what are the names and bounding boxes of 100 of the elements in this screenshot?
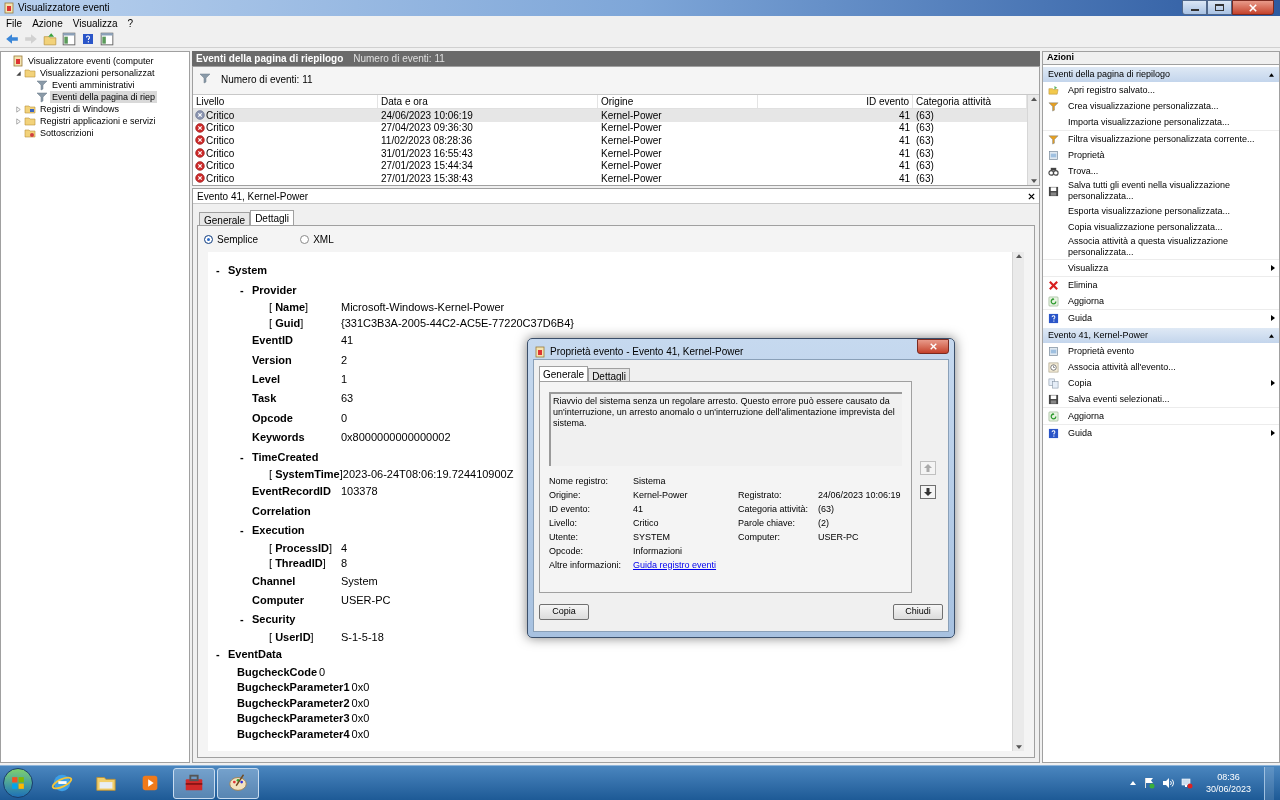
table-cell-text: (63)	[915, 146, 935, 161]
tab[interactable]: Generale	[199, 212, 251, 225]
element-value: System	[341, 573, 378, 589]
action-item[interactable]: Guida	[1043, 425, 1279, 441]
tree-item[interactable]: Visualizzatore eventi (computer	[26, 55, 156, 67]
tab[interactable]: Dettagli	[250, 210, 295, 225]
menu-item[interactable]: Visualizza	[72, 15, 118, 31]
scroll-up-icon[interactable]	[1030, 97, 1037, 101]
minimize-button[interactable]	[1182, 0, 1207, 15]
radio-button[interactable]	[300, 234, 310, 244]
radio-button[interactable]	[204, 234, 213, 244]
dialog-close-button[interactable]	[917, 339, 949, 354]
tab[interactable]: Generale	[539, 366, 589, 381]
error-icon	[195, 110, 205, 121]
action-item[interactable]: Proprietà evento	[1043, 343, 1279, 359]
radio-label[interactable]: XML	[313, 231, 334, 247]
action-item[interactable]: Copia	[1043, 375, 1279, 391]
error-icon	[195, 122, 205, 133]
scrollbar[interactable]	[1027, 95, 1039, 185]
column-header[interactable]: ID evento	[758, 95, 913, 108]
section-header[interactable]: Evento 41, Kernel-Power	[1043, 328, 1279, 343]
menu-item[interactable]: File	[6, 15, 23, 31]
attribute-value: 2023-06-24T08:06:19.724410900Z	[342, 467, 514, 482]
action-item[interactable]: Elimina	[1043, 277, 1279, 293]
dialog-button[interactable]: Chiudi	[893, 604, 943, 620]
collapse-icon[interactable]	[1269, 72, 1274, 77]
section-header[interactable]: Eventi della pagina di riepilogo	[1043, 67, 1279, 82]
action-item[interactable]: Associa attività all'evento...	[1043, 359, 1279, 375]
collapse-marker[interactable]: -	[216, 646, 220, 663]
action-item[interactable]: Aggiorna	[1043, 293, 1279, 309]
event-row[interactable]: Critico 27/01/2023 15:44:34 Kernel-Power 41 (63)	[193, 159, 1027, 172]
action-item[interactable]: Salva tutti gli eventi nella visualizzazione personalizzata...	[1043, 179, 1279, 203]
collapse-icon[interactable]	[1269, 333, 1274, 338]
event-row[interactable]: Critico 24/06/2023 10:06:19 Kernel-Power 41 (63)	[193, 109, 1027, 122]
pane-icon	[62, 31, 76, 46]
scroll-down-icon[interactable]	[1030, 179, 1037, 183]
maximize-button[interactable]	[1207, 0, 1232, 15]
tree-item[interactable]: Eventi della pagina di riep	[50, 91, 158, 103]
action-item[interactable]: Salva eventi selezionati...	[1043, 391, 1279, 407]
collapse-marker[interactable]: -	[240, 522, 244, 539]
action-item[interactable]: Apri registro salvato...	[1043, 82, 1279, 98]
collapse-marker[interactable]: -	[240, 611, 244, 628]
action-item[interactable]: Visualizza	[1043, 260, 1279, 276]
field-value: 41	[633, 502, 644, 516]
data-name: BugcheckParameter4	[237, 726, 350, 742]
collapse-marker[interactable]: -	[240, 281, 244, 299]
data-value: 0x0	[350, 695, 370, 711]
flag-icon[interactable]	[1142, 777, 1155, 789]
tree-item[interactable]: Visualizzazioni personalizzat	[38, 67, 157, 79]
event-row[interactable]: Critico 31/01/2023 16:55:43 Kernel-Power 41 (63)	[193, 146, 1027, 160]
speaker-icon[interactable]	[1161, 777, 1174, 789]
action-item[interactable]: Importa visualizzazione personalizzata...	[1043, 114, 1279, 130]
action-item[interactable]: Trova...	[1043, 163, 1279, 179]
action-item[interactable]: Associa attività a questa visualizzazione personalizzata...	[1043, 235, 1279, 259]
tree-item[interactable]: Registri di Windows	[38, 103, 122, 115]
menu-item[interactable]: Azione	[32, 15, 63, 31]
error-icon	[195, 148, 205, 159]
collapse-marker[interactable]: -	[240, 448, 244, 466]
taskbar-button[interactable]	[217, 767, 259, 799]
show-desktop-button[interactable]	[1264, 766, 1274, 800]
event-row[interactable]: Critico 27/04/2023 09:36:30 Kernel-Power 41 (63)	[193, 121, 1027, 135]
network-icon[interactable]	[1180, 777, 1193, 789]
scroll-up-icon[interactable]	[1015, 254, 1022, 258]
log-viewer-icon	[12, 55, 24, 67]
element-value: 63	[341, 391, 354, 407]
action-item[interactable]: Aggiorna	[1043, 408, 1279, 424]
tree-item[interactable]: Sottoscrizioni	[38, 127, 96, 139]
toolbar-button[interactable]	[61, 30, 77, 47]
tree-item[interactable]: Eventi amministrativi	[50, 79, 137, 91]
action-item[interactable]: Guida	[1043, 310, 1279, 326]
action-item[interactable]: Crea visualizzazione personalizzata...	[1043, 98, 1279, 114]
show-hidden-icons-icon[interactable]	[1129, 781, 1136, 785]
radio-label[interactable]: Semplice	[217, 231, 259, 247]
action-item[interactable]: Filtra visualizzazione personalizzata corrente...	[1043, 131, 1279, 147]
menu-item[interactable]: ?	[127, 15, 134, 31]
action-item[interactable]: Esporta visualizzazione personalizzata...	[1043, 203, 1279, 219]
scroll-down-icon[interactable]	[1015, 745, 1022, 749]
next-event-button[interactable]	[919, 485, 936, 499]
collapse-marker[interactable]: -	[216, 262, 220, 279]
event-row[interactable]: Critico 27/01/2023 15:38:43 Kernel-Power 41 (63)	[193, 171, 1027, 185]
toolbar-button[interactable]	[99, 30, 115, 47]
action-item[interactable]: Copia visualizzazione personalizzata...	[1043, 219, 1279, 235]
column-header[interactable]: Data e ora	[378, 95, 598, 108]
tab[interactable]: Dettagli	[588, 368, 631, 381]
scrollbar[interactable]	[1012, 252, 1024, 751]
column-header[interactable]: Origine	[598, 95, 758, 108]
expander-icon[interactable]	[15, 69, 22, 77]
help-link[interactable]: Guida registro eventi	[633, 558, 717, 573]
table-cell-text: Kernel-Power	[600, 171, 663, 186]
close-icon[interactable]	[1028, 192, 1035, 200]
column-header[interactable]: Livello	[193, 95, 378, 108]
clock[interactable]: 08:36 30/06/2023	[1199, 771, 1257, 795]
close-button[interactable]	[1232, 0, 1274, 15]
action-item[interactable]: Proprietà	[1043, 147, 1279, 163]
event-row[interactable]: Critico 11/02/2023 08:28:36 Kernel-Power 41 (63)	[193, 134, 1027, 147]
taskbar-button[interactable]	[173, 767, 215, 799]
element-value: 41	[341, 333, 354, 349]
start-button[interactable]	[3, 768, 33, 798]
tree-item[interactable]: Registri applicazioni e servizi	[38, 115, 158, 127]
dialog-button[interactable]: Copia	[539, 604, 589, 620]
